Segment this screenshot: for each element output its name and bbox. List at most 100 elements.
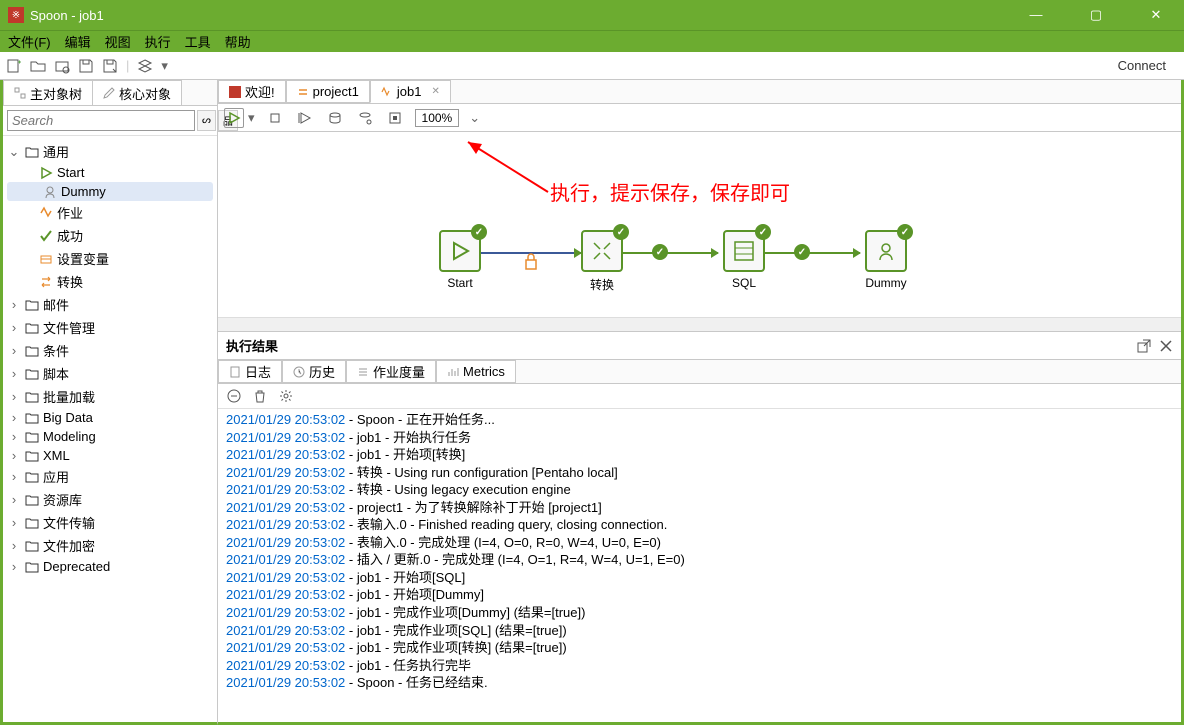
tree-folder-label: 脚本 — [43, 364, 69, 383]
node-label: 转换 — [590, 276, 614, 293]
results-tab-log[interactable]: 日志 — [218, 360, 282, 383]
clear-log-icon[interactable] — [252, 388, 268, 404]
run-button[interactable] — [224, 108, 244, 128]
tab-job1[interactable]: job1✕ — [370, 80, 451, 103]
tree-folder[interactable]: ›Modeling — [3, 427, 217, 446]
perspective-icon[interactable] — [137, 58, 153, 74]
folder-icon — [25, 345, 39, 357]
log-line: 2021/01/29 20:53:02 - 插入 / 更新.0 - 完成处理 (… — [226, 551, 1173, 569]
sidebar: 主对象树 核心对象 ᔕ 品 ⌄通用 Start Dummy 作业 成功 设置变量… — [0, 80, 218, 725]
folder-icon — [25, 299, 39, 311]
tree-folder-label: XML — [43, 448, 70, 463]
tree-folder[interactable]: ›脚本 — [3, 362, 217, 385]
minimize-button[interactable]: — — [1016, 7, 1056, 23]
tree-item-job[interactable]: 作业 — [3, 201, 217, 224]
menu-file[interactable]: 文件(F) — [8, 32, 51, 51]
check-badge: ✓ — [755, 224, 771, 240]
flow-node-sql[interactable]: ✓ SQL — [723, 230, 765, 290]
tree-folder[interactable]: ›Deprecated — [3, 557, 217, 576]
explore-icon[interactable] — [54, 58, 70, 74]
results-tab-metrics[interactable]: 作业度量 — [346, 360, 436, 383]
results-tab-history[interactable]: 历史 — [282, 360, 346, 383]
search-input[interactable] — [7, 110, 195, 131]
tree-folder[interactable]: ›Big Data — [3, 408, 217, 427]
tree-folder[interactable]: ›应用 — [3, 465, 217, 488]
zoom-fit-button[interactable] — [385, 108, 405, 128]
canvas[interactable]: 执行，提示保存，保存即可 ✓ ✓ ✓ Start ✓ 转换 ✓ SQL — [218, 132, 1181, 332]
results-title: 执行结果 — [226, 336, 278, 355]
menu-tools[interactable]: 工具 — [185, 32, 211, 51]
trans-icon — [297, 86, 309, 98]
connect-link[interactable]: Connect — [1118, 58, 1178, 73]
tab-project1[interactable]: project1 — [286, 80, 370, 103]
tree-folder[interactable]: ›文件管理 — [3, 316, 217, 339]
menu-edit[interactable]: 编辑 — [65, 32, 91, 51]
editor-area: 欢迎! project1 job1✕ ▾ 100%⌄ 执行，提示保存，保存即可 … — [218, 80, 1184, 725]
job-icon — [381, 86, 393, 98]
zoom-select[interactable]: 100% — [415, 109, 460, 127]
maximize-button[interactable]: ▢ — [1076, 7, 1116, 23]
tree-folder[interactable]: ›文件加密 — [3, 534, 217, 557]
flow-node-start[interactable]: ✓ Start — [439, 230, 481, 290]
rtab-label: 日志 — [245, 362, 271, 381]
tree-item-start[interactable]: Start — [3, 163, 217, 182]
tree-folder-label: 文件管理 — [43, 318, 95, 337]
tree-folder-label: Deprecated — [43, 559, 110, 574]
tree-general[interactable]: ⌄通用 — [3, 140, 217, 163]
tab-close-icon[interactable]: ✕ — [431, 86, 439, 97]
replay-button[interactable] — [295, 108, 315, 128]
tree-folder[interactable]: ›邮件 — [3, 293, 217, 316]
stop-button[interactable] — [265, 108, 285, 128]
menu-help[interactable]: 帮助 — [225, 32, 251, 51]
rtab-label: 历史 — [309, 362, 335, 381]
flow-node-trans[interactable]: ✓ 转换 — [581, 230, 623, 293]
tree-folder[interactable]: ›资源库 — [3, 488, 217, 511]
folder-icon — [25, 431, 39, 443]
new-icon[interactable] — [6, 58, 22, 74]
results-tab-metrics2[interactable]: Metrics — [436, 360, 516, 383]
stop-log-icon[interactable] — [226, 388, 242, 404]
tree-folder[interactable]: ›条件 — [3, 339, 217, 362]
list-icon — [357, 366, 369, 378]
saveas-icon[interactable] — [102, 58, 118, 74]
tab-core-objects[interactable]: 核心对象 — [92, 80, 182, 105]
settings-icon[interactable] — [278, 388, 294, 404]
folder-icon — [25, 517, 39, 529]
horizontal-scrollbar[interactable] — [218, 317, 1181, 331]
menu-view[interactable]: 视图 — [105, 32, 131, 51]
explore-db-button[interactable] — [355, 108, 375, 128]
tree-folder[interactable]: ›批量加载 — [3, 385, 217, 408]
clock-icon — [293, 366, 305, 378]
tree-folder[interactable]: ›文件传输 — [3, 511, 217, 534]
tree-item-label: 设置变量 — [57, 249, 109, 268]
tree-folder-label: 文件加密 — [43, 536, 95, 555]
tree-folder-label: 应用 — [43, 467, 69, 486]
expand-all-button[interactable]: ᔕ — [197, 110, 216, 131]
pencil-icon — [103, 87, 115, 99]
results-panel: 执行结果 日志 历史 作业度量 Metrics 2021/01/29 20:53… — [218, 332, 1181, 722]
close-results-icon[interactable] — [1159, 339, 1173, 353]
close-button[interactable]: ✕ — [1136, 7, 1176, 23]
tree-item-trans[interactable]: 转换 — [3, 270, 217, 293]
tree-folder[interactable]: ›XML — [3, 446, 217, 465]
sql-icon — [732, 239, 756, 263]
log-line: 2021/01/29 20:53:02 - job1 - 开始项[转换] — [226, 446, 1173, 464]
flow-connector — [618, 252, 718, 254]
tab-main-tree[interactable]: 主对象树 — [3, 80, 93, 105]
tree-item-success[interactable]: 成功 — [3, 224, 217, 247]
tree-item-setvar[interactable]: 设置变量 — [3, 247, 217, 270]
run-dropdown-icon[interactable]: ▾ — [248, 110, 255, 126]
check-badge: ✓ — [613, 224, 629, 240]
save-icon[interactable] — [78, 58, 94, 74]
sql-button[interactable] — [325, 108, 345, 128]
popout-icon[interactable] — [1137, 339, 1151, 353]
open-icon[interactable] — [30, 58, 46, 74]
rtab-label: 作业度量 — [373, 362, 425, 381]
menu-run[interactable]: 执行 — [145, 32, 171, 51]
flow-connector — [760, 252, 860, 254]
tree-item-dummy[interactable]: Dummy — [7, 182, 213, 201]
tree-folder-label: 条件 — [43, 341, 69, 360]
tab-welcome[interactable]: 欢迎! — [218, 80, 286, 103]
log-output[interactable]: 2021/01/29 20:53:02 - Spoon - 正在开始任务...2… — [218, 409, 1181, 722]
flow-node-dummy[interactable]: ✓ Dummy — [865, 230, 907, 290]
